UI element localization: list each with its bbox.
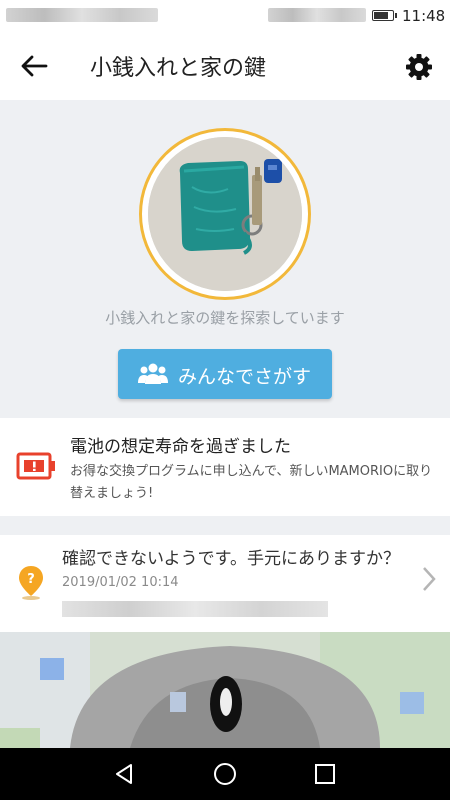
last-location-card[interactable]: ? 確認できないようです。手元にありますか？ 2019/01/02 10:14 (0, 535, 450, 632)
arrow-left-icon (21, 55, 48, 77)
item-hero-section: 小銭入れと家の鍵を探索しています みんなでさがす (0, 100, 450, 418)
system-nav-bar (0, 748, 450, 800)
location-card-title: 確認できないようです。手元にありますか？ (62, 549, 400, 569)
svg-text:?: ? (27, 572, 35, 587)
item-photo[interactable] (139, 128, 311, 300)
location-map[interactable] (0, 632, 450, 748)
back-button[interactable] (18, 52, 50, 80)
status-time: 11:48 (402, 7, 446, 25)
address-obscured (62, 601, 328, 617)
app-bar: 小銭入れと家の鍵 (0, 32, 450, 100)
location-card-timestamp: 2019/01/02 10:14 (62, 575, 179, 590)
searching-status-text: 小銭入れと家の鍵を探索しています (105, 309, 345, 327)
chevron-right-icon (420, 565, 438, 593)
people-group-icon (138, 362, 168, 391)
gear-icon (406, 54, 432, 80)
map-tiles-obscured (0, 632, 450, 748)
battery-warning-icon (16, 452, 56, 480)
status-signal-obscured (268, 8, 366, 22)
community-search-button[interactable]: みんなでさがす (118, 349, 332, 399)
item-photo-image (148, 137, 302, 291)
settings-button[interactable] (404, 52, 434, 82)
square-recent-icon (315, 764, 335, 784)
location-pin-question-icon: ? (18, 565, 44, 601)
community-search-label: みんなでさがす (178, 366, 312, 388)
section-divider (0, 516, 450, 535)
circle-home-icon (214, 763, 236, 785)
nav-home-button[interactable] (212, 761, 238, 787)
nav-back-button[interactable] (112, 761, 138, 787)
nav-recent-button[interactable] (312, 761, 338, 787)
page-title: 小銭入れと家の鍵 (90, 56, 267, 81)
battery-notice-title: 電池の想定寿命を過ぎました (70, 437, 291, 457)
status-bar: 11:48 (0, 0, 450, 32)
battery-notice-description: お得な交換プログラムに申し込んで、新しいMAMORIOに取り替えましょう! (70, 464, 433, 501)
coin-purse-and-keys-illustration (148, 137, 302, 291)
triangle-back-icon (116, 764, 132, 784)
status-notifications-obscured (6, 8, 158, 22)
battery-expired-notice[interactable]: 電池の想定寿命を過ぎました お得な交換プログラムに申し込んで、新しいMAMORI… (0, 418, 450, 516)
battery-status-icon (372, 10, 397, 21)
